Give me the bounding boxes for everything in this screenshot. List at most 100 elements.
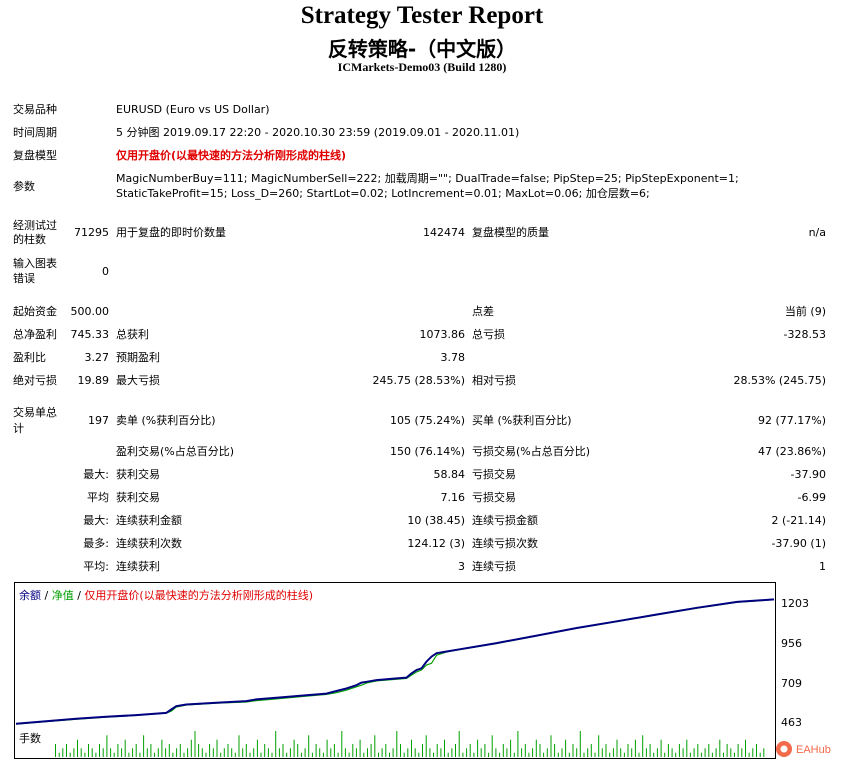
volume-bar <box>190 739 192 757</box>
max-consec-losses-money-label: 连续亏损金额 <box>472 514 538 527</box>
volume-bar <box>341 731 343 757</box>
volume-bar <box>543 752 545 757</box>
total-trades-label-2: 计 <box>13 422 24 435</box>
volume-bar <box>715 748 717 757</box>
max-consec-wins-money-value: 10 (38.45) <box>407 514 465 527</box>
maximal-label: 最多: <box>83 537 109 550</box>
largest-profit-value: 58.84 <box>433 468 466 481</box>
report-title: Strategy Tester Report <box>300 2 544 29</box>
average-label: 平均 <box>87 491 109 504</box>
volume-bar <box>491 735 493 757</box>
volume-bar <box>429 748 431 757</box>
volume-bar <box>686 739 688 757</box>
volume-bar <box>675 752 677 757</box>
volume-bar <box>601 748 603 757</box>
volume-bar <box>524 744 526 757</box>
volume-bar <box>297 744 299 757</box>
volume-bar <box>484 744 486 757</box>
volume-bar <box>172 752 174 757</box>
volume-bar <box>330 748 332 757</box>
volume-bar <box>634 739 636 757</box>
quality-value: n/a <box>808 226 826 239</box>
loss-trades-label: 亏损交易(%占总百分比) <box>472 445 591 458</box>
volume-bar <box>653 752 655 757</box>
volume-bar <box>697 744 699 757</box>
total-trades-label: 交易单总 <box>13 406 57 419</box>
volume-bar <box>462 752 464 757</box>
volume-bar <box>271 752 273 757</box>
volume-bar <box>154 752 156 757</box>
volume-bar <box>513 752 515 757</box>
volume-bar <box>315 744 317 757</box>
volume-bar <box>392 748 394 757</box>
volume-bar <box>389 752 390 757</box>
volume-bar <box>447 752 449 757</box>
params-line-2: StaticTakeProfit=15; Loss_D=260; StartLo… <box>116 187 650 200</box>
volume-bar <box>458 731 460 757</box>
average-profit-label: 获利交易 <box>116 491 160 504</box>
volume-chart: 手数 <box>14 728 776 759</box>
params-label: 参数 <box>13 180 35 193</box>
eahub-logo-text: EAHub <box>796 744 831 756</box>
largest-label: 最大: <box>83 468 109 481</box>
y-tick-label: 709 <box>781 677 802 690</box>
volume-bar <box>139 752 141 757</box>
volume-bar <box>143 735 145 757</box>
volume-bar <box>444 739 445 757</box>
max-consec-wins-money-label: 连续获利金额 <box>116 514 182 527</box>
volume-bar <box>260 752 262 757</box>
volume-bar <box>161 739 163 757</box>
volume-bar <box>88 744 89 757</box>
volume-bar <box>671 748 673 757</box>
volume-bar <box>642 735 644 757</box>
volume-bar <box>539 744 541 757</box>
volume-bar <box>267 748 269 757</box>
volume-bar <box>165 748 167 757</box>
volume-bar <box>396 731 398 757</box>
spread-label: 点差 <box>472 305 494 318</box>
abs-drawdown-label: 绝对亏损 <box>13 374 57 387</box>
volume-bar <box>510 739 512 757</box>
volume-bar <box>565 739 567 757</box>
profit-trades-label: 盈利交易(%占总百分比) <box>116 445 235 458</box>
volume-bar <box>719 739 721 757</box>
volume-bar <box>121 748 123 757</box>
volume-bar <box>414 748 416 757</box>
volume-bar <box>249 752 251 757</box>
volume-bar <box>311 752 313 757</box>
volume-bar <box>106 735 108 757</box>
volume-bar <box>179 744 181 757</box>
volume-bar <box>480 748 482 757</box>
volume-bar <box>282 744 284 757</box>
balance-chart: 余额 / 净值 / 仅用开盘价(以最快速的方法分析刚形成的柱线) <box>14 582 776 730</box>
volume-bar <box>612 748 614 757</box>
volume-bar <box>455 744 456 757</box>
model-label: 复盘模型 <box>13 149 57 162</box>
net-profit-label: 总净盈利 <box>13 328 57 341</box>
volume-bar <box>623 752 625 757</box>
gross-loss-value: -328.53 <box>783 328 826 341</box>
volume-bar <box>700 752 702 757</box>
volume-bar <box>579 731 581 757</box>
period-value: 5 分钟图 2019.09.17 22:20 - 2020.10.30 23:5… <box>116 126 520 139</box>
volume-bar <box>756 744 757 757</box>
volume-bar <box>587 748 589 757</box>
volume-bar <box>407 748 409 757</box>
rel-drawdown-value: 28.53% (245.75) <box>733 374 826 387</box>
volume-bar <box>322 752 324 757</box>
volume-bar <box>422 744 423 757</box>
total-trades-value: 197 <box>88 414 109 427</box>
volume-bar <box>546 748 548 757</box>
volume-bar <box>436 744 438 757</box>
volume-bar <box>66 744 67 757</box>
volume-bar <box>348 752 350 757</box>
volume-bar <box>378 752 379 757</box>
ticks-value: 142474 <box>423 226 465 239</box>
volume-bar <box>627 744 629 757</box>
volume-bar <box>726 744 728 757</box>
maximal-consec-loss-label: 连续亏损次数 <box>472 537 538 550</box>
volume-bar <box>286 752 288 757</box>
volume-bar <box>535 739 537 757</box>
errors-value: 0 <box>102 265 109 278</box>
volume-bar <box>469 744 471 757</box>
